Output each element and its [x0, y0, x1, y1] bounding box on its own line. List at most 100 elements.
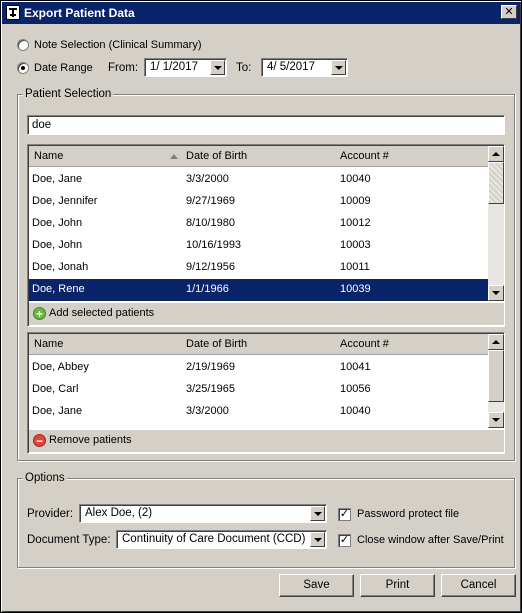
remove-patients-button[interactable]: − Remove patients [29, 430, 504, 452]
close-window-label: Close window after Save/Print [357, 534, 504, 546]
note-selection-option[interactable]: Note Selection (Clinical Summary) [17, 37, 202, 53]
add-icon: + [33, 307, 46, 320]
provider-value: Alex Doe, (2) [85, 507, 153, 519]
results-column-account[interactable]: Account # [340, 150, 389, 162]
window-title: Export Patient Data [24, 6, 135, 20]
app-icon [6, 5, 20, 20]
patient-search-box[interactable] [27, 115, 505, 135]
result-account: 10012 [340, 217, 371, 229]
remove-icon: − [33, 434, 46, 447]
result-dob: 10/16/1993 [186, 239, 242, 251]
results-header: Name Date of Birth Account # [29, 146, 488, 167]
password-protect-option[interactable]: ✓ Password protect file [338, 506, 459, 522]
result-name: Doe, Jonah [32, 261, 89, 273]
selected-column-name[interactable]: Name [34, 338, 63, 350]
document-type-label: Document Type: [27, 534, 111, 546]
patient-dob: 3/25/1965 [186, 383, 235, 395]
from-date-value: 1/ 1/2017 [150, 61, 198, 73]
patient-selection-label: Patient Selection [23, 88, 114, 100]
patient-dob: 2/19/1969 [186, 361, 235, 373]
result-account: 10040 [340, 173, 371, 185]
close-window-checkbox[interactable]: ✓ [338, 533, 351, 547]
search-results-grid: Name Date of Birth Account # Doe, Jane 3… [27, 144, 505, 327]
patient-search-input[interactable] [28, 116, 504, 134]
result-row[interactable]: Doe, John 8/10/1980 10012 [29, 213, 488, 235]
from-date-picker[interactable]: 1/ 1/2017 [144, 58, 227, 77]
selected-patient-row[interactable]: Doe, Jane 3/3/2000 10040 [29, 401, 488, 423]
document-type-value: Continuity of Care Document (CCD) [122, 533, 306, 545]
results-scroll-thumb[interactable] [488, 162, 504, 204]
result-dob: 1/1/1966 [186, 283, 229, 295]
selected-patients-grid: Name Date of Birth Account # Doe, Abbey … [27, 332, 505, 454]
patient-account: 10041 [340, 361, 371, 373]
selected-column-dob[interactable]: Date of Birth [186, 338, 247, 350]
result-row[interactable]: Doe, John 10/16/1993 10003 [29, 235, 488, 257]
result-row[interactable]: Doe, Jonah 9/12/1956 10011 [29, 257, 488, 279]
result-name: Doe, Jennifer [32, 195, 98, 207]
results-column-name[interactable]: Name [34, 150, 63, 162]
save-button[interactable]: Save [279, 574, 354, 597]
add-selected-label: Add selected patients [49, 307, 155, 319]
options-group [17, 478, 515, 568]
selected-column-account[interactable]: Account # [340, 338, 389, 350]
note-selection-label: Note Selection (Clinical Summary) [34, 39, 202, 51]
result-dob: 3/3/2000 [186, 173, 229, 185]
patient-name: Doe, Jane [32, 405, 83, 417]
result-name: Doe, Rene [32, 283, 85, 295]
provider-select[interactable]: Alex Doe, (2) [79, 504, 327, 523]
cancel-button[interactable]: Cancel [441, 574, 516, 597]
provider-label: Provider: [27, 508, 74, 520]
selected-header: Name Date of Birth Account # [29, 334, 488, 355]
to-date-dropdown-icon[interactable] [331, 60, 346, 75]
selected-scrollbar[interactable] [488, 334, 504, 428]
remove-patients-label: Remove patients [49, 434, 132, 446]
selected-scroll-thumb[interactable] [488, 350, 504, 402]
result-name: Doe, Jane [32, 173, 83, 185]
to-date-value: 4/ 5/2017 [267, 61, 315, 73]
date-range-label: Date Range [34, 62, 93, 74]
add-selected-patients-button[interactable]: + Add selected patients [29, 303, 504, 325]
sort-ascending-icon [170, 154, 178, 159]
result-name: Doe, John [32, 217, 83, 229]
password-protect-label: Password protect file [357, 508, 460, 520]
scroll-up-icon[interactable] [488, 146, 504, 162]
result-account: 10039 [340, 283, 371, 295]
selected-patient-row[interactable]: Doe, Carl 3/25/1965 10056 [29, 379, 488, 401]
options-label: Options [23, 472, 67, 484]
patient-name: Doe, Abbey [32, 361, 89, 373]
from-date-dropdown-icon[interactable] [210, 60, 225, 75]
result-name: Doe, John [32, 239, 83, 251]
to-label: To: [236, 62, 252, 74]
patient-dob: 3/3/2000 [186, 405, 229, 417]
result-dob: 9/27/1969 [186, 195, 235, 207]
provider-dropdown-icon[interactable] [310, 506, 325, 521]
results-scrollbar[interactable] [488, 146, 504, 301]
date-range-option[interactable]: Date Range [17, 60, 93, 76]
print-button[interactable]: Print [360, 574, 435, 597]
note-selection-radio[interactable] [17, 39, 29, 51]
password-protect-checkbox[interactable]: ✓ [338, 507, 351, 521]
close-button[interactable]: ✕ [501, 5, 517, 19]
result-row[interactable]: Doe, Jennifer 9/27/1969 10009 [29, 191, 488, 213]
document-type-select[interactable]: Continuity of Care Document (CCD) [116, 530, 327, 549]
scroll-down-icon[interactable] [488, 285, 504, 301]
document-type-dropdown-icon[interactable] [310, 532, 325, 547]
selected-patient-row[interactable]: Doe, Abbey 2/19/1969 10041 [29, 357, 488, 379]
result-row[interactable]: Doe, Jane 3/3/2000 10040 [29, 169, 488, 191]
result-account: 10011 [340, 261, 370, 273]
title-bar[interactable]: Export Patient Data ✕ [2, 2, 520, 24]
date-range-radio[interactable] [17, 62, 29, 74]
to-date-picker[interactable]: 4/ 5/2017 [261, 58, 348, 77]
result-account: 10003 [340, 239, 371, 251]
from-label: From: [108, 62, 139, 74]
scroll-up-icon[interactable] [488, 334, 504, 350]
result-row-selected[interactable]: Doe, Rene 1/1/1966 10039 [29, 279, 488, 301]
scroll-down-icon[interactable] [488, 412, 504, 428]
results-column-dob[interactable]: Date of Birth [186, 150, 247, 162]
patient-name: Doe, Carl [32, 383, 79, 395]
patient-account: 10040 [340, 405, 371, 417]
close-window-option[interactable]: ✓ Close window after Save/Print [338, 532, 504, 548]
patient-account: 10056 [340, 383, 371, 395]
result-account: 10009 [340, 195, 371, 207]
export-patient-data-window: Export Patient Data ✕ Note Selection (Cl… [0, 0, 522, 613]
